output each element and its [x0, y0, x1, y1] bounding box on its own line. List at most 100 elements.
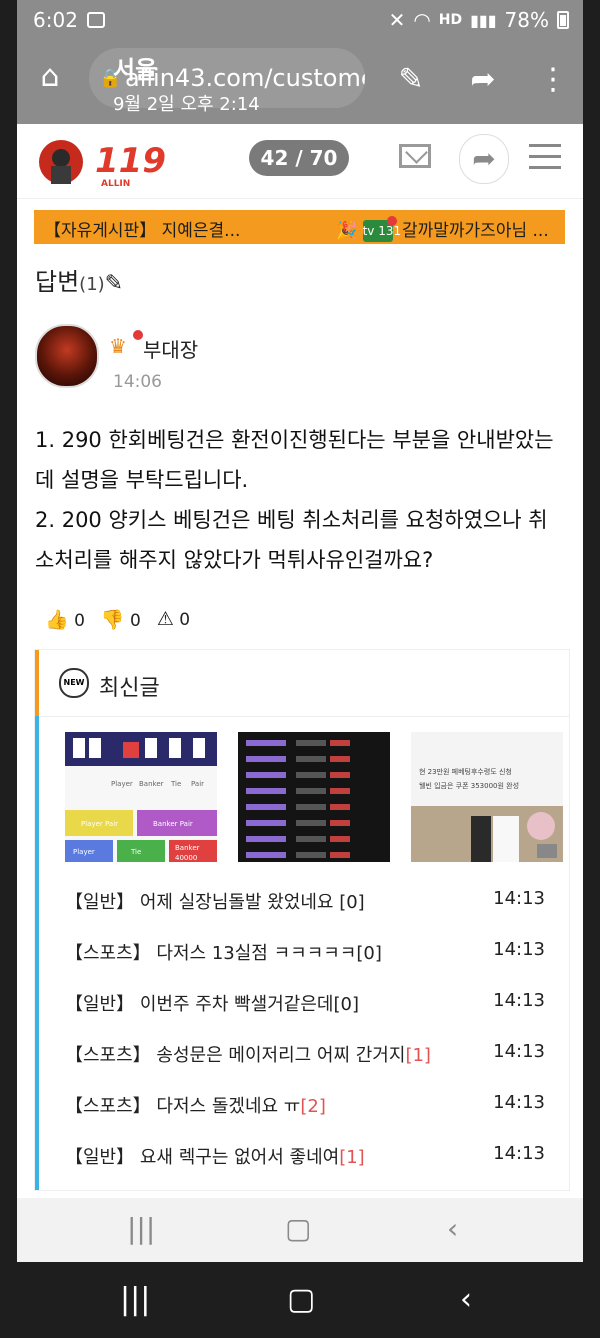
item-title: 요새 렉구는 없어서 좋네여 [139, 1147, 340, 1168]
thumb-text-2: 웰빈 입금은 쿠폰 353000원 완성 [419, 781, 519, 790]
thumbs-up-icon: 👍 [45, 609, 69, 631]
signal-icon: ▮▮▮ [470, 10, 497, 30]
item-time: 14:13 [493, 990, 545, 1011]
thumb-pair-label: Pair [191, 780, 204, 788]
hamburger-menu-icon[interactable] [529, 144, 561, 172]
site-header: 119 ALLIN 42 / 70 ➦ [17, 124, 583, 199]
author-name[interactable]: 부대장 [143, 334, 198, 363]
thumb-banker-value: 40000 [175, 854, 197, 862]
list-item[interactable]: 【스포츠】 다저스 돌겠네요 ㅠ[2] 14:13 [65, 1076, 545, 1127]
item-comments: [0] [333, 994, 359, 1015]
phone-frame: 6:02 ✕ ◠ HD ▮▮▮ 78% ⌂ 🔒 allin43.com/cust… [0, 0, 600, 1338]
mute-icon: ✕ [388, 8, 406, 32]
item-comments: [1] [405, 1045, 431, 1066]
answer-body: 1. 290 한회베팅건은 환전이진행된다는 부분을 안내받았는데 설명을 부탁… [35, 420, 565, 580]
logo-sub: ALLIN [101, 179, 130, 189]
thumbnail-baccarat[interactable]: Player Banker Tie Pair Player Pair Banke… [65, 732, 217, 862]
thumb-tie-label: Tie [170, 780, 181, 788]
page-counter: 42 / 70 [249, 140, 349, 176]
forward-icon[interactable]: ➦ [459, 134, 509, 184]
item-title: 송성문은 메이저리그 어찌 간거지 [156, 1045, 406, 1066]
notification-title: 서울 [113, 56, 158, 84]
item-category: 【일반】 [65, 1147, 135, 1168]
item-time: 14:13 [493, 1143, 545, 1164]
share-icon[interactable]: ➦ [463, 60, 503, 100]
item-category: 【일반】 [65, 892, 135, 913]
list-item[interactable]: 【일반】 이번주 주차 빡샐거같은데[0] 14:13 [65, 974, 545, 1025]
latest-accent-bar [35, 716, 39, 1190]
thumb-player-pair: Player Pair [81, 820, 118, 828]
thumb-banker-label: Banker [139, 780, 164, 788]
back-icon[interactable]: ‹ [447, 1212, 458, 1245]
browser-toolbar: ⌂ 🔒 allin43.com/custome ✎ ➦ ⋮ [17, 42, 583, 118]
item-category: 【스포츠】 [65, 943, 151, 964]
dislike-count: 0 [129, 611, 141, 631]
list-item[interactable]: 【일반】 어제 실장님돌발 왔었네요 [0] 14:13 [65, 872, 545, 923]
system-back-icon[interactable]: ‹ [460, 1282, 472, 1317]
new-badge-icon: NEW [59, 668, 89, 698]
latest-posts-panel: NEW 최신글 Player Banker Tie Pair Player Pa… [35, 650, 569, 1190]
item-time: 14:13 [493, 1092, 545, 1113]
item-category: 【스포츠】 [65, 1096, 151, 1117]
ticker-item-2[interactable]: 🎉 tv 131 갈까말까가즈아님 ... [336, 216, 549, 242]
screen: 6:02 ✕ ◠ HD ▮▮▮ 78% ⌂ 🔒 allin43.com/cust… [17, 0, 583, 1262]
thumb-text-1: 현 23만원 페베팅후수령도 신청 [419, 767, 512, 776]
battery-icon [557, 11, 569, 29]
list-item[interactable]: 【일반】 요새 렉구는 없어서 좋네여[1] 14:13 [65, 1127, 545, 1178]
system-recent-apps-icon[interactable]: ||| [120, 1282, 150, 1317]
pencil-icon[interactable]: ✎ [105, 271, 123, 296]
rank-dot-icon [133, 330, 143, 340]
item-comments: [1] [339, 1147, 365, 1168]
report-button[interactable]: ⚠ 0 [157, 608, 190, 631]
home-icon[interactable]: ⌂ [33, 60, 67, 94]
home-button-icon[interactable]: ▢ [285, 1212, 311, 1245]
thumbnail-wedding[interactable]: 현 23만원 페베팅후수령도 신청 웰빈 입금은 쿠폰 353000원 완성 [411, 732, 563, 862]
answer-line-1: 1. 290 한회베팅건은 환전이진행된다는 부분을 안내받았는데 설명을 부탁… [35, 428, 554, 492]
system-nav-bar: ||| ▢ ‹ [0, 1262, 600, 1338]
like-button[interactable]: 👍 0 [45, 608, 85, 631]
item-time: 14:13 [493, 888, 545, 909]
list-item[interactable]: 【스포츠】 다저스 13실점 ㅋㅋㅋㅋㅋ[0] 14:13 [65, 923, 545, 974]
battery-level: 78% [504, 8, 549, 32]
answer-heading-label: 답변 [35, 268, 80, 296]
logo-number: 119 [95, 141, 166, 181]
item-comments: [2] [300, 1096, 326, 1117]
item-comments: [0] [339, 892, 365, 913]
thumbnail-list-screenshot[interactable] [238, 732, 390, 862]
thumb-banker-pair: Banker Pair [153, 820, 193, 828]
post-time: 14:06 [113, 372, 162, 392]
site-logo[interactable]: 119 ALLIN [35, 128, 175, 194]
list-item[interactable]: 【스포츠】 송성문은 메이저리그 어찌 간거지[1] 14:13 [65, 1025, 545, 1076]
inner-nav-bar: ||| ▢ ‹ [17, 1198, 583, 1262]
mail-icon[interactable] [399, 144, 431, 168]
report-count: 0 [179, 610, 191, 630]
edit-icon[interactable]: ✎ [391, 60, 431, 100]
ticker-item-1[interactable]: 【자유게시판】 지예은결... [44, 216, 240, 241]
thumbs-down-icon: 👎 [100, 609, 125, 631]
like-count: 0 [74, 611, 85, 631]
warning-icon: ⚠ [156, 608, 174, 630]
recent-apps-icon[interactable]: ||| [127, 1212, 155, 1245]
dislike-button[interactable]: 👎 0 [101, 608, 141, 631]
system-home-icon[interactable]: ▢ [287, 1282, 315, 1317]
more-menu-icon[interactable]: ⋮ [533, 60, 573, 100]
party-icon: 🎉 [336, 221, 358, 241]
thumb-player-bottom: Player [73, 848, 95, 856]
new-dot-icon [386, 216, 397, 226]
item-title: 이번주 주차 빡샐거같은데 [139, 994, 334, 1015]
item-time: 14:13 [493, 1041, 545, 1062]
status-time: 6:02 [33, 8, 78, 32]
network-label: HD [438, 12, 463, 28]
item-title: 어제 실장님돌발 왔었네요 [139, 892, 334, 913]
notice-ticker[interactable]: 【자유게시판】 지예은결... 🎉 tv 131 갈까말까가즈아님 ... [34, 210, 565, 244]
gallery-icon [87, 12, 105, 28]
answer-count: (1) [79, 274, 105, 295]
item-title: 다저스 13실점 ㅋㅋㅋㅋㅋ [156, 943, 357, 964]
latest-list: 【일반】 어제 실장님돌발 왔었네요 [0] 14:13 【스포츠】 다저스 1… [65, 872, 545, 1178]
item-title: 다저스 돌겠네요 ㅠ [156, 1096, 301, 1117]
answer-line-2: 2. 200 양키스 베팅건은 베팅 취소처리를 요청하였으나 취소처리를 해주… [35, 508, 548, 572]
url-text: allin43.com/custome [125, 64, 365, 92]
status-bar: 6:02 ✕ ◠ HD ▮▮▮ 78% [17, 0, 583, 40]
avatar[interactable] [35, 324, 99, 388]
notification-date: 9월 2일 오후 2:14 [113, 94, 260, 115]
